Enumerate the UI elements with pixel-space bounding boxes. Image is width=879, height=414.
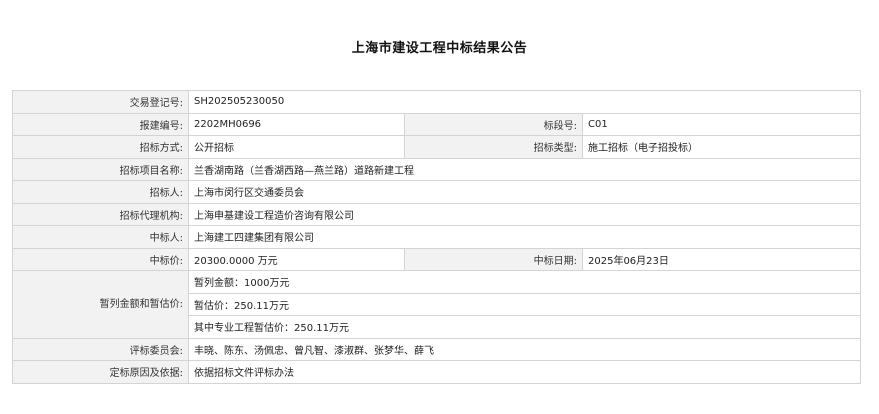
table-row: 招标项目名称: 兰香湖南路（兰香湖西路—燕兰路）道路新建工程 bbox=[12, 157, 862, 181]
report-no-value: 2202MH0696 bbox=[188, 112, 405, 136]
bid-type-label: 招标类型: bbox=[404, 135, 583, 159]
section-no-label: 标段号: bbox=[404, 112, 583, 136]
table-row: 招标人: 上海市闵行区交通委员会 bbox=[12, 180, 862, 204]
trade-reg-no-label: 交易登记号: bbox=[12, 90, 189, 114]
bid-type-value: 施工招标（电子招投标） bbox=[581, 135, 862, 159]
table-row: 评标委员会: 丰晓、陈东、汤佩忠、曾凡智、漆淑群、张梦华、薛飞 bbox=[12, 337, 862, 361]
provisional-estimate-value: 暂估价：250.11万元 bbox=[187, 292, 862, 316]
page-title: 上海市建设工程中标结果公告 bbox=[351, 41, 528, 56]
table-row: 暂列金额和暂估价: 暂列金额：1000万元 bbox=[12, 270, 862, 339]
bid-method-value: 公开招标 bbox=[188, 135, 405, 159]
report-no-label: 报建编号: bbox=[12, 112, 189, 136]
provisional-sum-value: 暂列金额：1000万元 bbox=[187, 270, 862, 294]
bid-method-label: 招标方式: bbox=[12, 135, 189, 159]
provisional-label: 暂列金额和暂估价: bbox=[12, 270, 189, 339]
table-row: 中标人: 上海建工四建集团有限公司 bbox=[12, 225, 862, 249]
agent-value: 上海申基建设工程造价咨询有限公司 bbox=[187, 202, 862, 226]
committee-label: 评标委员会: bbox=[12, 337, 189, 361]
winner-value: 上海建工四建集团有限公司 bbox=[187, 225, 862, 249]
winning-date-value: 2025年06月23日 bbox=[581, 247, 862, 271]
winner-label: 中标人: bbox=[12, 225, 189, 249]
bid-result-table: 交易登记号: SH202505230050 报建编号: 2202MH0696 标… bbox=[12, 90, 862, 384]
section-no-value: C01 bbox=[581, 112, 862, 136]
basis-value: 依据招标文件评标办法 bbox=[187, 360, 862, 384]
winning-price-value: 20300.0000 万元 bbox=[188, 247, 405, 271]
basis-label: 定标原因及依据: bbox=[12, 360, 189, 384]
table-row: 定标原因及依据: 依据招标文件评标办法 bbox=[12, 360, 862, 384]
table-row: 招标方式: 公开招标 招标类型: 施工招标（电子招投标） bbox=[12, 135, 862, 159]
special-works-estimate-value: 其中专业工程暂估价：250.11万元 bbox=[187, 315, 862, 339]
table-row: 招标代理机构: 上海申基建设工程造价咨询有限公司 bbox=[12, 202, 862, 226]
tenderer-label: 招标人: bbox=[12, 180, 189, 204]
project-name-label: 招标项目名称: bbox=[12, 157, 189, 181]
winning-price-label: 中标价: bbox=[12, 247, 189, 271]
winning-date-label: 中标日期: bbox=[404, 247, 583, 271]
trade-reg-no-value: SH202505230050 bbox=[187, 90, 862, 114]
table-row: 中标价: 20300.0000 万元 中标日期: 2025年06月23日 bbox=[12, 247, 862, 271]
table-row: 交易登记号: SH202505230050 bbox=[12, 90, 862, 114]
tenderer-value: 上海市闵行区交通委员会 bbox=[187, 180, 862, 204]
table-row: 报建编号: 2202MH0696 标段号: C01 bbox=[12, 112, 862, 136]
agent-label: 招标代理机构: bbox=[12, 202, 189, 226]
committee-value: 丰晓、陈东、汤佩忠、曾凡智、漆淑群、张梦华、薛飞 bbox=[187, 337, 862, 361]
project-name-value: 兰香湖南路（兰香湖西路—燕兰路）道路新建工程 bbox=[187, 157, 862, 181]
